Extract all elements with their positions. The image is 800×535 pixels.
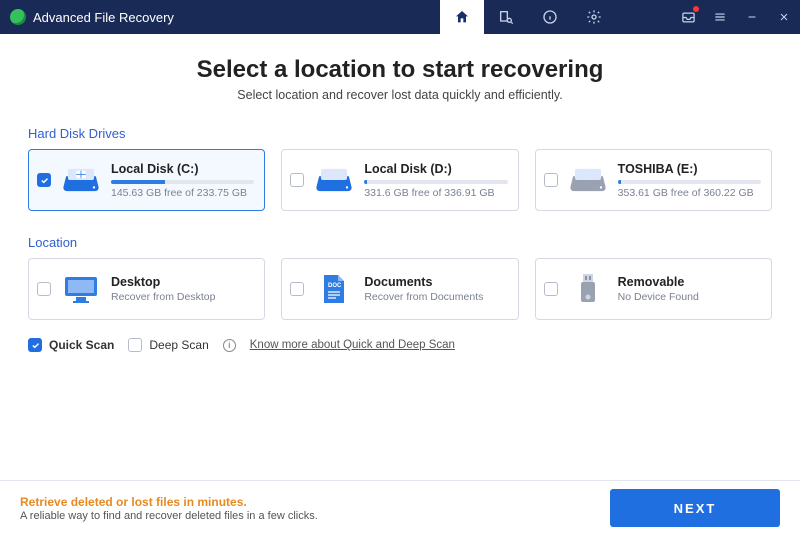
deep-scan-option[interactable]: Deep Scan	[128, 338, 208, 352]
learn-more-link[interactable]: Know more about Quick and Deep Scan	[250, 339, 455, 351]
usb-icon	[568, 275, 608, 303]
inbox-icon	[681, 10, 696, 25]
location-checkbox[interactable]	[544, 282, 558, 296]
main-panel: Select a location to start recovering Se…	[0, 34, 800, 480]
tab-info[interactable]	[528, 0, 572, 34]
drive-checkbox[interactable]	[544, 173, 558, 187]
header-nav	[440, 0, 616, 34]
tab-settings[interactable]	[572, 0, 616, 34]
locations-row: Desktop Recover from Desktop DOC Documen…	[28, 258, 772, 320]
drive-free-space: 331.6 GB free of 336.91 GB	[364, 187, 507, 199]
list-search-icon	[498, 9, 514, 25]
drives-row: Local Disk (C:) 145.63 GB free of 233.75…	[28, 149, 772, 211]
minimize-button[interactable]	[736, 0, 768, 34]
hard-drive-icon	[61, 166, 101, 194]
location-card[interactable]: Desktop Recover from Desktop	[28, 258, 265, 320]
tab-scan-results[interactable]	[484, 0, 528, 34]
tab-home[interactable]	[440, 0, 484, 34]
close-button[interactable]	[768, 0, 800, 34]
location-sub: Recover from Desktop	[111, 291, 254, 303]
drive-name: TOSHIBA (E:)	[618, 162, 761, 176]
info-circle-icon: i	[223, 339, 236, 352]
location-name: Desktop	[111, 275, 254, 289]
notification-dot-icon	[693, 6, 699, 12]
app-brand: Advanced File Recovery	[0, 9, 174, 25]
footer-bar: Retrieve deleted or lost files in minute…	[0, 480, 800, 535]
gear-icon	[586, 9, 602, 25]
hamburger-icon	[713, 10, 727, 24]
page-subtitle: Select location and recover lost data qu…	[28, 88, 772, 102]
drive-usage-bar	[111, 180, 254, 184]
monitor-icon	[61, 275, 101, 303]
drive-checkbox[interactable]	[290, 173, 304, 187]
quick-scan-checkbox[interactable]	[28, 338, 42, 352]
next-button[interactable]: NEXT	[610, 489, 780, 527]
drive-free-space: 353.61 GB free of 360.22 GB	[618, 187, 761, 199]
section-locations-label: Location	[28, 235, 772, 250]
drive-name: Local Disk (C:)	[111, 162, 254, 176]
svg-text:DOC: DOC	[328, 283, 342, 289]
menu-button[interactable]	[704, 0, 736, 34]
location-card[interactable]: DOC Documents Recover from Documents	[281, 258, 518, 320]
document-icon: DOC	[314, 275, 354, 303]
section-drives-label: Hard Disk Drives	[28, 126, 772, 141]
footer-promo-sub: A reliable way to find and recover delet…	[20, 510, 318, 522]
quick-scan-label: Quick Scan	[49, 338, 114, 352]
footer-promo-title: Retrieve deleted or lost files in minute…	[20, 495, 318, 509]
hard-drive-icon	[568, 166, 608, 194]
info-icon	[542, 9, 558, 25]
location-sub: No Device Found	[618, 291, 761, 303]
location-name: Removable	[618, 275, 761, 289]
quick-scan-option[interactable]: Quick Scan	[28, 338, 114, 352]
location-sub: Recover from Documents	[364, 291, 507, 303]
footer-promo: Retrieve deleted or lost files in minute…	[20, 495, 318, 522]
title-bar: Advanced File Recovery	[0, 0, 800, 34]
hard-drive-icon	[314, 166, 354, 194]
home-icon	[454, 9, 470, 25]
scan-options: Quick Scan Deep Scan i Know more about Q…	[28, 338, 772, 352]
page-title: Select a location to start recovering	[28, 56, 772, 84]
deep-scan-checkbox[interactable]	[128, 338, 142, 352]
drive-name: Local Disk (D:)	[364, 162, 507, 176]
app-logo-icon	[10, 9, 26, 25]
window-controls	[672, 0, 800, 34]
drive-card[interactable]: TOSHIBA (E:) 353.61 GB free of 360.22 GB	[535, 149, 772, 211]
location-card[interactable]: Removable No Device Found	[535, 258, 772, 320]
notifications-button[interactable]	[672, 0, 704, 34]
drive-checkbox[interactable]	[37, 173, 51, 187]
location-name: Documents	[364, 275, 507, 289]
location-checkbox[interactable]	[290, 282, 304, 296]
drive-usage-bar	[618, 180, 761, 184]
minimize-icon	[746, 11, 758, 23]
location-checkbox[interactable]	[37, 282, 51, 296]
drive-card[interactable]: Local Disk (D:) 331.6 GB free of 336.91 …	[281, 149, 518, 211]
close-icon	[778, 11, 790, 23]
drive-card[interactable]: Local Disk (C:) 145.63 GB free of 233.75…	[28, 149, 265, 211]
app-title: Advanced File Recovery	[33, 10, 174, 25]
deep-scan-label: Deep Scan	[149, 338, 208, 352]
drive-usage-bar	[364, 180, 507, 184]
drive-free-space: 145.63 GB free of 233.75 GB	[111, 187, 254, 199]
